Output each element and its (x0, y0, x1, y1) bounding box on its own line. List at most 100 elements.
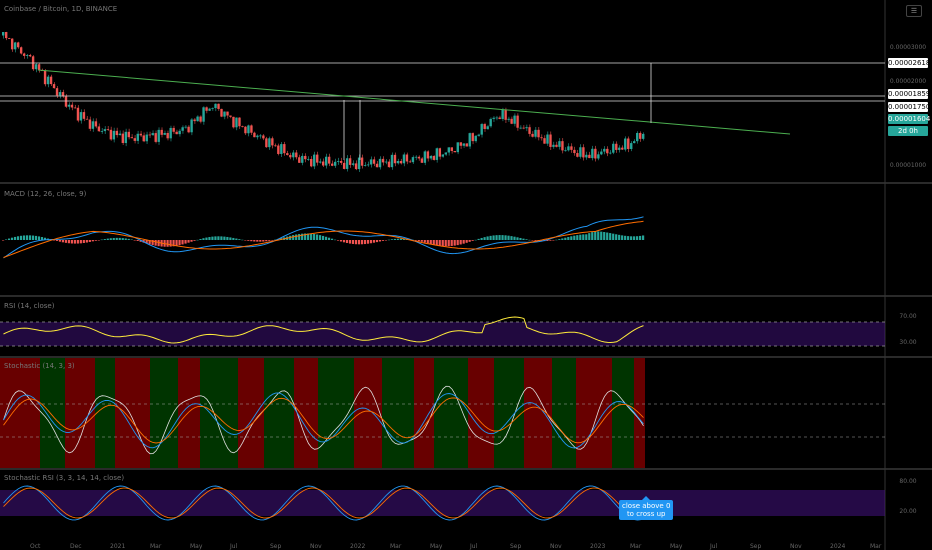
rsi-band (0, 322, 885, 346)
macd-histogram-bar (229, 237, 232, 240)
price-candle (82, 112, 86, 119)
macd-histogram-bar (594, 231, 597, 240)
price-candle (597, 154, 600, 159)
price-candle (250, 125, 253, 133)
macd-histogram-bar (310, 233, 313, 240)
price-candle (636, 132, 639, 142)
price-candle (384, 161, 388, 163)
macd-histogram-bar (88, 240, 91, 242)
stoch-header: Stochastic (14, 3, 3) (4, 362, 75, 370)
price-candle (426, 151, 430, 159)
price-candle (366, 164, 370, 166)
macd-histogram-bar (247, 240, 250, 241)
price-candle (100, 131, 104, 132)
macd-histogram-bar (232, 237, 235, 240)
macd-histogram-bar (498, 235, 501, 240)
price-candle (133, 138, 136, 141)
x-axis-label: Sep (270, 543, 282, 550)
price-candle (208, 108, 211, 111)
stoch-background-band (200, 358, 238, 468)
macd-histogram-bar (456, 240, 459, 246)
price-candle (280, 144, 283, 154)
price-candle (34, 64, 38, 70)
macd-histogram-bar (633, 236, 636, 240)
price-candle (286, 153, 289, 156)
macd-histogram-bar (642, 235, 645, 240)
price-candle (516, 115, 519, 128)
macd-histogram-bar (444, 240, 447, 247)
macd-histogram-bar (393, 238, 396, 240)
macd-histogram-bar (447, 240, 450, 247)
price-candle (121, 133, 125, 144)
macd-histogram-bar (133, 240, 136, 241)
macd-histogram-bar (118, 237, 121, 240)
macd-histogram-bar (474, 239, 477, 241)
price-candle (642, 133, 645, 139)
macd-histogram-bar (531, 240, 534, 241)
price-candle (148, 134, 151, 136)
price-candle (558, 141, 561, 147)
macd-histogram-bar (390, 239, 393, 240)
price-candle (525, 127, 528, 129)
rsi-level-30: 30.00 (899, 339, 917, 346)
macd-histogram-bar (124, 238, 127, 240)
price-candle (489, 118, 492, 127)
settings-icon[interactable]: ☰ (906, 5, 922, 17)
price-candle (552, 144, 555, 147)
macd-histogram-bar (462, 240, 465, 244)
price-candle (25, 55, 29, 56)
price-candle (43, 70, 47, 85)
macd-histogram-bar (199, 238, 202, 240)
price-candle (142, 135, 145, 142)
price-candle (555, 144, 558, 147)
macd-histogram-bar (136, 240, 139, 241)
macd-histogram-bar (549, 240, 552, 241)
price-candle (277, 145, 280, 154)
price-candle (94, 121, 98, 127)
stochrsi-level-80: 80.00 (899, 478, 917, 485)
price-candle (4, 32, 8, 39)
price-candle (154, 133, 157, 142)
price-candle (633, 141, 636, 144)
price-tick: 0.00002000 (889, 78, 927, 85)
price-candle (396, 161, 400, 164)
macd-histogram-bar (438, 240, 441, 246)
price-candle (268, 138, 271, 148)
price-candle (79, 112, 83, 121)
price-candle (244, 126, 247, 134)
price-candle (229, 115, 232, 117)
macd-histogram-bar (414, 240, 417, 241)
price-candle (67, 104, 71, 107)
macd-histogram-bar (61, 240, 65, 243)
price-candle (492, 117, 495, 119)
macd-histogram-bar (576, 235, 579, 240)
macd-histogram-bar (591, 232, 594, 240)
price-candle (232, 116, 235, 128)
trendline (37, 69, 791, 135)
price-candle (615, 143, 618, 150)
stoch-background-band (382, 358, 414, 468)
price-candle (621, 147, 624, 150)
price-candle (214, 103, 217, 109)
countdown-tag: 2d 0h (888, 126, 928, 136)
price-candle (528, 127, 531, 134)
price-candle (49, 76, 53, 85)
macd-histogram-bar (265, 240, 268, 242)
price-candle (405, 154, 409, 162)
macd-histogram-bar (570, 236, 573, 240)
macd-histogram-bar (169, 240, 172, 247)
macd-histogram-bar (31, 235, 35, 240)
chart-root: Coinbase / Bitcoin, 1D, BINANCE MACD (12… (0, 0, 932, 550)
stoch-background-band (524, 358, 552, 468)
annotation-callout[interactable]: close above 0 to cross up (619, 496, 674, 520)
price-candle (582, 147, 585, 158)
macd-histogram-bar (208, 237, 211, 240)
macd-histogram-bar (369, 240, 373, 244)
price-tag-level: 0.00001859 (888, 89, 931, 99)
price-candle (259, 135, 262, 137)
price-candle (420, 158, 424, 163)
macd-histogram-bar (2, 240, 5, 241)
price-candle (157, 129, 160, 142)
price-candle (351, 163, 355, 165)
price-candle (16, 42, 20, 48)
